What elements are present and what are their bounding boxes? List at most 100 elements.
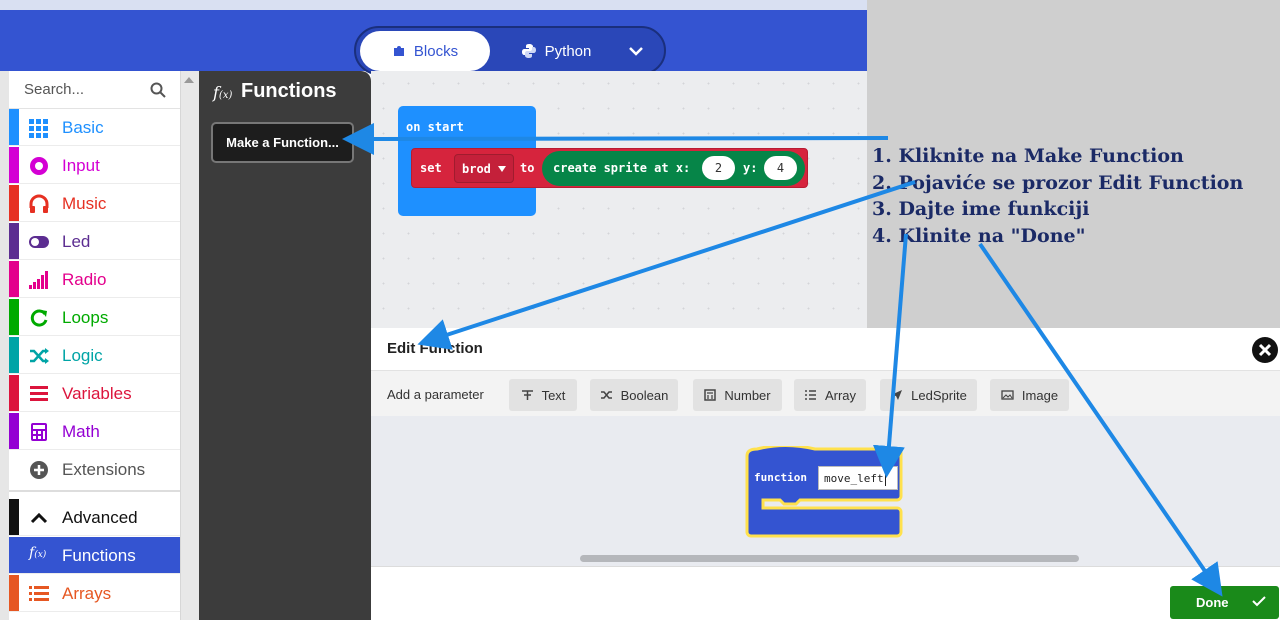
category-functions[interactable]: f(x) Functions <box>9 537 180 574</box>
python-mode-button[interactable]: Python <box>506 31 606 71</box>
list-numbered-icon <box>29 586 49 601</box>
create-sprite-block[interactable]: create sprite at x: 2 y: 4 <box>542 151 805 186</box>
toolbox-scrollbar[interactable] <box>180 71 199 620</box>
param-label: Image <box>1021 387 1059 403</box>
category-variables[interactable]: Variables <box>9 375 180 412</box>
grid-icon <box>29 119 48 138</box>
editor-mode-toggle: Blocks Python <box>354 26 666 75</box>
paper-plane-icon <box>891 390 903 400</box>
text-icon <box>521 390 533 400</box>
category-input[interactable]: Input <box>9 147 180 184</box>
dialog-title: Edit Function <box>387 340 483 357</box>
category-music[interactable]: Music <box>9 185 180 222</box>
category-label: Music <box>62 194 107 213</box>
param-label: Number <box>724 387 771 403</box>
variable-name: brod <box>462 161 491 176</box>
param-label: Text <box>541 387 566 403</box>
instruction-step: 4. Klinite na "Done" <box>872 224 1086 247</box>
category-label: Math <box>62 422 100 441</box>
calculator-icon <box>704 389 717 401</box>
scroll-up-icon[interactable] <box>183 76 195 84</box>
done-label: Done <box>1196 595 1229 610</box>
done-button[interactable]: Done <box>1170 586 1279 619</box>
instructions: 1. Kliknite na Make Function 2. Pojaviće… <box>872 143 1243 249</box>
category-label: Input <box>62 156 100 175</box>
chevron-down-icon[interactable] <box>624 40 648 62</box>
toggle-icon <box>29 236 49 248</box>
top-strip <box>0 0 867 10</box>
function-name-value: move_left <box>824 471 884 485</box>
instruction-step: 1. Kliknite na Make Function <box>872 145 1184 167</box>
param-label: LedSprite <box>911 387 967 403</box>
add-boolean-parameter-button[interactable]: Boolean <box>590 379 678 411</box>
add-image-parameter-button[interactable]: Image <box>990 379 1069 411</box>
shuffle-icon <box>600 391 612 399</box>
add-number-parameter-button[interactable]: Number <box>693 379 782 411</box>
category-advanced[interactable]: Advanced <box>9 499 180 536</box>
x-value-field[interactable]: 2 <box>702 156 735 180</box>
on-start-label: on start <box>406 120 464 134</box>
add-array-parameter-button[interactable]: Array <box>794 379 866 411</box>
set-label: set <box>420 161 442 175</box>
category-label: Advanced <box>62 508 138 527</box>
edit-function-dialog-header: Edit Function <box>371 328 1280 370</box>
category-extensions[interactable]: Extensions <box>9 451 180 492</box>
python-mode-label: Python <box>544 42 592 60</box>
category-logic[interactable]: Logic <box>9 337 180 374</box>
function-name-input[interactable]: move_left <box>818 466 898 490</box>
calculator-icon <box>31 423 47 441</box>
set-variable-block[interactable]: set brod to create sprite at x: 2 y: 4 <box>411 148 808 188</box>
python-icon <box>521 44 536 58</box>
refresh-icon <box>30 309 48 327</box>
category-label: Basic <box>62 118 104 137</box>
close-icon[interactable] <box>1252 337 1278 363</box>
instruction-step: 2. Pojaviće se prozor Edit Function <box>872 171 1244 194</box>
shuffle-icon <box>30 348 49 364</box>
category-label: Extensions <box>62 460 146 479</box>
search-icon[interactable] <box>150 82 166 98</box>
add-parameter-label: Add a parameter <box>387 387 484 402</box>
category-loops[interactable]: Loops <box>9 299 180 336</box>
plus-circle-icon <box>30 461 48 479</box>
make-a-function-button[interactable]: Make a Function... <box>211 122 354 163</box>
category-label: Logic <box>62 346 103 365</box>
puzzle-icon <box>393 46 404 56</box>
caret-down-icon <box>497 165 506 172</box>
y-label: y: <box>743 161 758 175</box>
image-icon <box>1001 390 1014 400</box>
horizontal-scrollbar[interactable] <box>580 555 1079 562</box>
category-label: Functions <box>62 546 136 565</box>
toolbox-search-input[interactable]: Search... <box>9 71 180 109</box>
variable-dropdown[interactable]: brod <box>454 154 514 183</box>
signal-bars-icon <box>29 271 48 289</box>
text-cursor <box>884 470 886 486</box>
instruction-step: 3. Dajte ime funkciji <box>872 198 1090 220</box>
blocks-mode-button[interactable]: Blocks <box>360 31 490 71</box>
category-led[interactable]: Led <box>9 223 180 260</box>
add-ledsprite-parameter-button[interactable]: LedSprite <box>880 379 977 411</box>
param-label: Array <box>824 387 857 403</box>
category-radio[interactable]: Radio <box>9 261 180 298</box>
left-edge <box>0 71 9 620</box>
parameter-toolbar: Add a parameter Text Boolean Number Arra… <box>371 370 1280 416</box>
category-arrays[interactable]: Arrays <box>9 575 180 612</box>
function-icon: f(x) <box>213 83 233 102</box>
function-icon: f(x) <box>29 545 47 561</box>
input-circle-icon <box>30 157 48 175</box>
category-label: Arrays <box>62 584 112 603</box>
create-sprite-label: create sprite at x: <box>553 161 691 175</box>
category-math[interactable]: Math <box>9 413 180 450</box>
category-label: Variables <box>62 384 132 403</box>
search-placeholder: Search... <box>24 81 85 98</box>
add-text-parameter-button[interactable]: Text <box>509 379 577 411</box>
list-lines-icon <box>30 386 48 401</box>
checkmark-icon <box>1252 596 1266 607</box>
to-label: to <box>520 161 535 175</box>
param-label: Boolean <box>620 387 669 403</box>
category-basic[interactable]: Basic <box>9 109 180 146</box>
flyout-title: Functions <box>241 80 337 102</box>
y-value-field[interactable]: 4 <box>764 156 797 180</box>
editor-header: Blocks Python <box>0 10 867 75</box>
list-icon <box>804 390 816 400</box>
function-definition-block[interactable] <box>745 446 905 541</box>
